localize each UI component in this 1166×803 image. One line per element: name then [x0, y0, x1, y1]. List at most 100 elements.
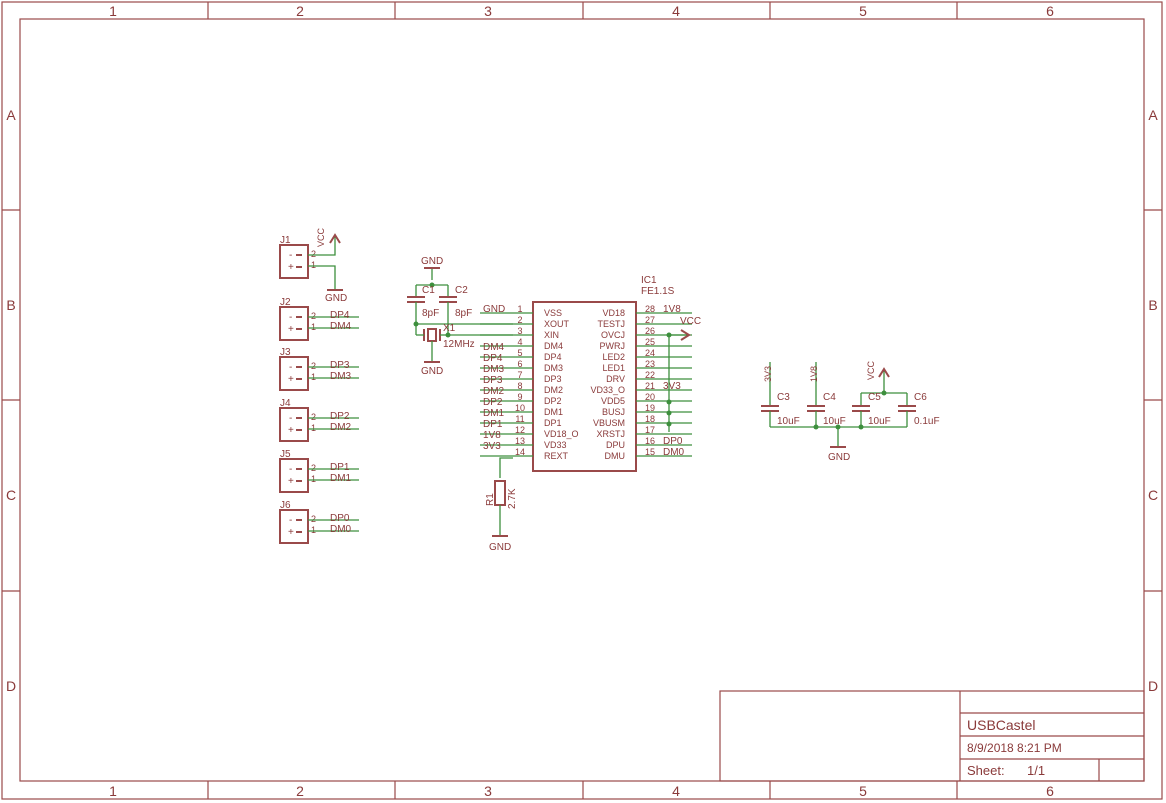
j2-body: [279, 306, 309, 341]
row-label-left-b: B: [6, 297, 15, 313]
column-label-top-6: 6: [1046, 3, 1054, 19]
column-label-bottom-4: 4: [672, 783, 680, 799]
j6-minus-glyph: -: [289, 515, 292, 526]
c4-ref-label: C4: [823, 392, 836, 403]
ic1-right-pin-21-number: 21: [645, 381, 655, 391]
r1-ref-label: R1: [485, 493, 496, 506]
row-label-right-c: C: [1148, 487, 1158, 503]
c3-value-label: 10uF: [777, 416, 800, 427]
column-label-top-1: 1: [109, 3, 117, 19]
j5-pin-2-number: 2: [311, 463, 316, 473]
ic1-right-pin-15-number: 15: [645, 447, 655, 457]
j1-pin-2-number: 2: [311, 249, 316, 259]
ic1-right-pin-28-number: 28: [645, 304, 655, 314]
j4-pin-1-number: 1: [311, 423, 316, 433]
j4-plus-glyph: +: [288, 425, 294, 436]
ic1-right-pin-15-name: DMU: [605, 451, 626, 461]
ic1-value-label: FE1.1S: [641, 286, 675, 297]
ic1-left-pin-14-number: 14: [515, 447, 525, 457]
ic1-right-pin-28-net: 1V8: [663, 304, 681, 315]
ic1-left-pin-4-number: 4: [517, 337, 522, 347]
schematic-sheet: 1 2 3 4 5 6 1 2 3 4 5 6 A B C D A B C D …: [1, 1, 1163, 800]
ic1-left-pin-12-name: VD18_O: [544, 429, 579, 439]
ic1-left-pin-9-net: DP2: [483, 397, 503, 408]
decoupling-gnd-label: GND: [828, 452, 850, 463]
ic1-right-pin-17-number: 17: [645, 425, 655, 435]
ic1-right-pin-24-name: LED2: [602, 352, 625, 362]
c6-value-label: 0.1uF: [914, 416, 940, 427]
c3-ref-label: C3: [777, 392, 790, 403]
ic1-left-pin-7-name: DP3: [544, 374, 562, 384]
j5-plus-glyph: +: [288, 476, 294, 487]
j2-net-1-label: DM4: [330, 321, 352, 332]
c3-rail-label: 3V3: [763, 366, 773, 382]
ic1-right-pin-26-number: 26: [645, 326, 655, 336]
j6-net-2-label: DP0: [330, 513, 350, 524]
j5-pin-1-number: 1: [311, 474, 316, 484]
row-label-left-d: D: [6, 678, 16, 694]
j5-body: [279, 458, 309, 493]
row-label-left-c: C: [6, 487, 16, 503]
j6-pin-1-number: 1: [311, 525, 316, 535]
ic1-right-pin-20-number: 20: [645, 392, 655, 402]
ic1-ref-label: IC1: [641, 275, 657, 286]
j1-vcc-label: VCC: [316, 227, 326, 247]
ic1-right-pin-16-net: DP0: [663, 436, 683, 447]
j2-pin-2-number: 2: [311, 311, 316, 321]
ic1-right-pin-16-number: 16: [645, 436, 655, 446]
ic1-left-pin-8-number: 8: [517, 381, 522, 391]
decoupling-group: C3 10uF C4 10uF C5 10uF C6 0.1uF: [761, 362, 940, 448]
ic1-left-pin-1-number: 1: [517, 304, 522, 314]
ic1-left-pin-10-name: DM1: [544, 407, 563, 417]
j2-ref-label: J2: [280, 297, 291, 308]
j3-pin-2-number: 2: [311, 361, 316, 371]
c4-rail-label: 1V8: [809, 366, 819, 382]
j1-ref-label: J1: [280, 235, 291, 246]
ic1-right-pin-25-name: PWRJ: [600, 341, 626, 351]
x1-value-label: 12MHz: [443, 339, 475, 350]
j3-body: [279, 356, 309, 391]
j5-minus-glyph: -: [289, 464, 292, 475]
j5-net-1-label: DM1: [330, 473, 352, 484]
c2-ref-label: C2: [455, 285, 468, 296]
j6-ref-label: J6: [280, 500, 291, 511]
j4-net-1-label: DM2: [330, 422, 352, 433]
ic1-left-pin-11-number: 11: [515, 414, 524, 424]
ic1-left-pin-3-name: XIN: [544, 330, 559, 340]
ic1-left-pin-2-number: 2: [517, 315, 522, 325]
ic1-left-pin-5-number: 5: [517, 348, 522, 358]
ic1-left-pin-1-net: GND: [483, 304, 505, 315]
ic1-left-pin-6-number: 6: [517, 359, 522, 369]
j4-ref-label: J4: [280, 398, 291, 409]
j3-net-2-label: DP3: [330, 360, 350, 371]
column-label-top-3: 3: [484, 3, 492, 19]
ic1-right-pin-22-number: 22: [645, 370, 655, 380]
j2-net-2-label: DP4: [330, 310, 350, 321]
ic1-right-pin-23-number: 23: [645, 359, 655, 369]
ic1-right-pin-23-name: LED1: [602, 363, 625, 373]
j4-net-2-label: DP2: [330, 411, 350, 422]
column-label-bottom-2: 2: [296, 783, 304, 799]
ic1-right-pin-20-name: VDD5: [601, 396, 625, 406]
ic1-left-pin-6-name: DM3: [544, 363, 563, 373]
ic1-left-pin-4-net: DM4: [483, 342, 505, 353]
ic1-left-pin-11-net: DP1: [483, 419, 503, 430]
j5-ref-label: J5: [280, 449, 291, 460]
ic1-right-pin-21-net: 3V3: [663, 381, 681, 392]
r1-gnd-label: GND: [489, 542, 511, 553]
c1-value-label: 8pF: [422, 308, 439, 319]
c5-value-label: 10uF: [868, 416, 891, 427]
ic1-right-pin-21-name: VD33_O: [590, 385, 625, 395]
title-block-date: 8/9/2018 8:21 PM: [967, 741, 1062, 755]
row-label-right-b: B: [1148, 297, 1157, 313]
ic1-left-pin-11-name: DP1: [544, 418, 562, 428]
ic1-left-pin-10-number: 10: [515, 403, 525, 413]
ic1-left-pin-10-net: DM1: [483, 408, 505, 419]
j6-net-1-label: DM0: [330, 524, 352, 535]
j4-minus-glyph: -: [289, 413, 292, 424]
ic1-right-pin-27-number: 27: [645, 315, 655, 325]
title-block-sheet-label: Sheet:: [967, 763, 1005, 778]
drawing-frame: [1, 1, 1163, 800]
title-block-sheet-value: 1/1: [1027, 763, 1045, 778]
ic1-right-pin-18-name: VBUSM: [593, 418, 625, 428]
